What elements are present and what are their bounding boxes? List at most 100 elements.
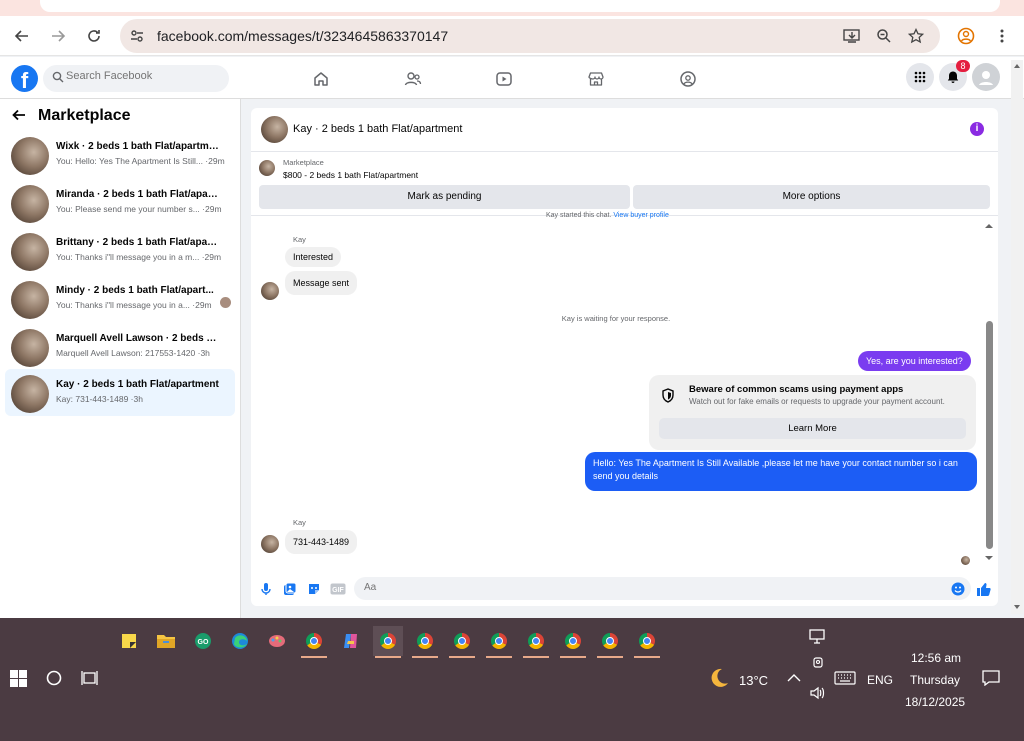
chrome-window-icon[interactable] <box>521 626 551 658</box>
conversation-snippet: You: Please send me your number s... ·29… <box>56 204 222 214</box>
active-tab[interactable] <box>40 0 1000 12</box>
conversation-title: Miranda · 2 beds 1 bath Flat/apart... <box>56 189 221 200</box>
site-settings-icon[interactable] <box>127 26 147 46</box>
scam-warning-title: Beware of common scams using payment app… <box>689 384 904 395</box>
message-bubble[interactable]: Message sent <box>285 271 358 295</box>
read-receipt-avatar <box>220 297 231 308</box>
outgoing-message-bubble[interactable]: Yes, are you interested? <box>858 351 971 371</box>
conversation-title: Kay · 2 beds 1 bath Flat/apartment <box>56 379 219 390</box>
install-icon[interactable] <box>842 26 862 46</box>
outgoing-message-bubble[interactable]: Hello: Yes The Apartment Is Still Availa… <box>585 452 977 491</box>
language-indicator[interactable]: ENG <box>867 673 893 687</box>
clock-time[interactable]: 12:56 am <box>911 651 961 665</box>
volume-icon[interactable] <box>803 678 833 708</box>
search-box[interactable] <box>43 65 229 92</box>
conversation-item-active[interactable]: Kay · 2 beds 1 bath Flat/apartment Kay: … <box>5 369 235 416</box>
view-profile-link[interactable]: View buyer profile <box>613 212 669 219</box>
sticky-notes-icon[interactable] <box>114 626 144 656</box>
message-bubble[interactable]: 731-443-1489 <box>285 530 358 554</box>
microphone-icon[interactable] <box>258 581 274 597</box>
info-icon[interactable]: i <box>970 122 984 136</box>
mark-pending-button[interactable]: Mark as pending <box>259 185 630 209</box>
page-scrollbar[interactable] <box>1011 60 1023 614</box>
shield-icon <box>661 388 675 408</box>
video-icon[interactable] <box>493 68 515 90</box>
task-view-icon[interactable] <box>75 663 105 693</box>
windows-start-icon[interactable] <box>3 663 33 693</box>
omnibox[interactable]: facebook.com/messages/t/3234645863370147 <box>120 19 940 53</box>
zoom-icon[interactable] <box>874 26 894 46</box>
scroll-arrows-icon <box>1014 64 1020 609</box>
forward-icon[interactable] <box>46 24 70 48</box>
account-avatar[interactable] <box>972 63 1000 91</box>
listing-price[interactable]: $800 - 2 beds 1 bath Flat/apartment <box>283 170 418 180</box>
friends-icon[interactable] <box>402 68 424 90</box>
message-composer: GIF <box>251 570 998 606</box>
edge-icon[interactable] <box>225 626 255 656</box>
clock-day[interactable]: Thursday <box>910 673 960 687</box>
paint-icon[interactable] <box>262 626 292 656</box>
chrome-window-icon[interactable] <box>410 626 440 658</box>
message-input[interactable] <box>364 582 934 593</box>
groups-icon[interactable] <box>677 68 699 90</box>
reload-icon[interactable] <box>82 24 106 48</box>
keyboard-icon[interactable] <box>830 663 860 693</box>
photo-icon[interactable] <box>282 581 298 597</box>
copilot-icon[interactable] <box>336 626 366 656</box>
gif-icon[interactable]: GIF <box>330 581 346 597</box>
camera-icon[interactable] <box>803 648 833 678</box>
chat-title[interactable]: Kay · 2 beds 1 bath Flat/apartment <box>293 123 462 135</box>
emoji-icon[interactable] <box>950 581 966 597</box>
sticker-icon[interactable] <box>306 581 322 597</box>
learn-more-button[interactable]: Learn More <box>659 418 966 439</box>
conversation-item[interactable]: Wixk · 2 beds 1 bath Flat/apartment You:… <box>5 133 235 180</box>
conversation-snippet: You: Thanks i"ll message you in a... ·29… <box>56 300 212 310</box>
sender-name: Kay <box>293 518 306 527</box>
conversation-title: Wixk · 2 beds 1 bath Flat/apartment <box>56 141 221 152</box>
weather-temperature[interactable]: 13°C <box>739 673 768 688</box>
back-arrow-icon[interactable] <box>12 108 26 127</box>
windows-taskbar: GO 13°C ENG 12:56 am Thursday 18/12/2025 <box>0 618 1024 741</box>
listing-thumbnail[interactable] <box>259 160 275 176</box>
home-icon[interactable] <box>310 68 332 90</box>
chrome-window-icon[interactable] <box>484 626 514 658</box>
address-bar-area: facebook.com/messages/t/3234645863370147 <box>0 16 1024 56</box>
apps-menu-button[interactable] <box>906 63 934 91</box>
conversation-item[interactable]: Mindy · 2 beds 1 bath Flat/apart... You:… <box>5 277 235 324</box>
chat-scrollbar-thumb[interactable] <box>986 321 993 549</box>
back-icon[interactable] <box>10 24 34 48</box>
notification-center-icon[interactable] <box>976 663 1006 693</box>
clock-date[interactable]: 18/12/2025 <box>905 695 965 709</box>
weather-moon-icon[interactable] <box>704 663 734 693</box>
like-icon[interactable] <box>975 581 991 597</box>
menu-icon[interactable] <box>990 24 1014 48</box>
avatar <box>11 375 49 413</box>
chrome-window-icon[interactable] <box>299 626 329 658</box>
marketplace-icon[interactable] <box>585 68 607 90</box>
conversation-item[interactable]: Brittany · 2 beds 1 bath Flat/apart... Y… <box>5 229 235 276</box>
message-input-box[interactable] <box>354 577 971 600</box>
search-circle-icon[interactable] <box>39 663 69 693</box>
chrome-window-icon[interactable] <box>373 626 403 658</box>
app-icon[interactable]: GO <box>188 626 218 656</box>
star-icon[interactable] <box>906 26 926 46</box>
conversation-snippet: Kay: 731-443-1489 ·3h <box>56 394 143 404</box>
conversation-item[interactable]: Miranda · 2 beds 1 bath Flat/apart... Yo… <box>5 181 235 228</box>
conversation-item[interactable]: Marquell Avell Lawson · 2 beds 1 b... Ma… <box>5 325 235 372</box>
chrome-window-icon[interactable] <box>632 626 662 658</box>
file-explorer-icon[interactable] <box>151 626 181 656</box>
search-icon <box>52 71 64 83</box>
message-bubble[interactable]: Interested <box>285 247 342 267</box>
more-options-button[interactable]: More options <box>633 185 990 209</box>
chrome-window-icon[interactable] <box>447 626 477 658</box>
facebook-logo-icon[interactable]: f <box>11 65 38 92</box>
search-input[interactable] <box>66 70 216 82</box>
profile-icon[interactable] <box>954 24 978 48</box>
listing-banner: Marketplace $800 - 2 beds 1 bath Flat/ap… <box>251 152 998 216</box>
avatar[interactable] <box>261 116 288 143</box>
bell-icon <box>947 71 959 83</box>
chrome-window-icon[interactable] <box>595 626 625 658</box>
url-text[interactable]: facebook.com/messages/t/3234645863370147 <box>157 28 448 44</box>
chrome-window-icon[interactable] <box>558 626 588 658</box>
svg-text:GO: GO <box>198 639 209 646</box>
